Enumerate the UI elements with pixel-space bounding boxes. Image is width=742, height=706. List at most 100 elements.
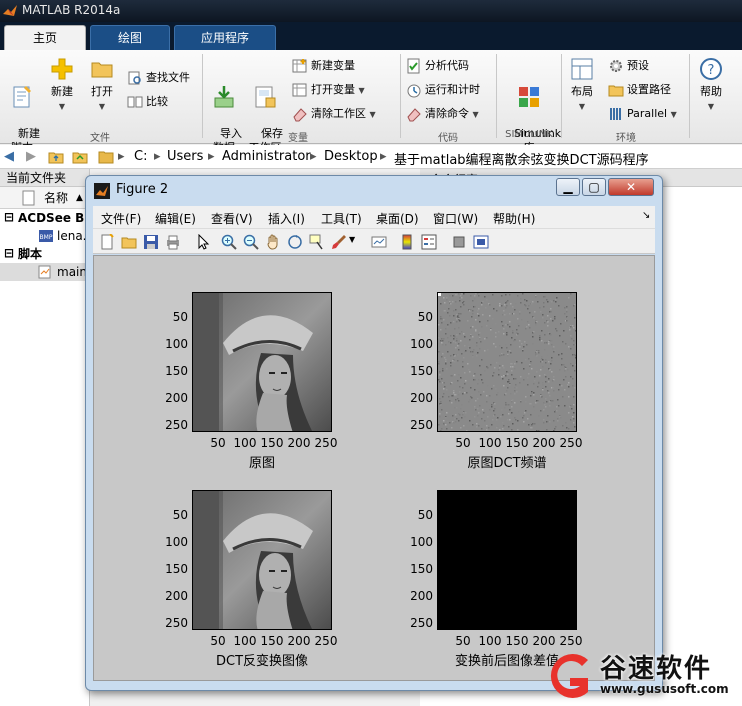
new-variable-icon: [292, 59, 307, 73]
address-bar: ◀ ▶ ▸ C: ▸ Users ▸ Administrator ▸ Deskt…: [0, 145, 742, 169]
zoom-in-icon[interactable]: [221, 234, 237, 250]
clear-workspace-button[interactable]: 清除工作区 ▼: [292, 104, 376, 124]
subplot-axes[interactable]: [192, 490, 332, 630]
open-file-icon[interactable]: [121, 234, 137, 250]
pointer-icon[interactable]: [195, 234, 211, 250]
folder-group-bmp[interactable]: ⊟ ACDSee BM: [0, 209, 89, 227]
x-tick-label: 200: [287, 634, 311, 648]
parallel-button[interactable]: Parallel ▼: [608, 104, 677, 124]
parallel-icon: [610, 108, 621, 120]
layout-button[interactable]: 布局 ▼: [564, 56, 600, 114]
figure-window[interactable]: Figure 2 ▁ ▢ ✕ 文件(F) 编辑(E) 查看(V) 插入(I) 工…: [85, 175, 663, 691]
import-data-icon: [214, 86, 234, 108]
new-variable-button[interactable]: 新建变量: [292, 56, 355, 76]
eraser-icon: [407, 108, 421, 122]
breadcrumb-users[interactable]: Users: [167, 149, 203, 164]
breadcrumb-administrator[interactable]: Administrator: [222, 149, 311, 164]
show-plot-tools-icon[interactable]: [473, 234, 489, 250]
colorbar-icon[interactable]: [399, 234, 415, 250]
window-title: MATLAB R2014a: [22, 3, 121, 17]
figure-canvas[interactable]: 50 100 150 200 250 50 100 150 200 250 原图 50 100 150 20…: [93, 255, 655, 681]
up-folder-icon[interactable]: [48, 149, 64, 165]
breadcrumb-separator: ▸: [118, 149, 125, 164]
open-variable-button[interactable]: 打开变量 ▼: [292, 80, 365, 100]
y-tick-label: 200: [410, 589, 433, 603]
difference-image[interactable]: [437, 490, 577, 630]
forward-arrow-icon[interactable]: ▶: [26, 149, 36, 164]
tab-plots[interactable]: 绘图: [90, 25, 170, 50]
x-tick-label: 50: [455, 436, 471, 450]
menu-tools[interactable]: 工具(T): [321, 210, 362, 227]
group-label-code: 代码: [438, 133, 458, 144]
collapse-icon[interactable]: ⊟: [4, 208, 14, 226]
dock-arrow-icon[interactable]: ↘: [642, 210, 650, 221]
menu-desktop[interactable]: 桌面(D): [376, 210, 419, 227]
breadcrumb-drive[interactable]: C:: [134, 149, 147, 164]
figure-titlebar[interactable]: Figure 2 ▁ ▢ ✕: [86, 176, 662, 204]
breadcrumb-desktop[interactable]: Desktop: [324, 149, 378, 164]
name-column-header[interactable]: 名称 ▲: [0, 187, 89, 209]
help-icon: ?: [700, 58, 722, 80]
tab-apps[interactable]: 应用程序: [174, 25, 276, 50]
link-plot-icon[interactable]: [371, 234, 387, 250]
y-tick-label: 250: [410, 616, 433, 630]
find-files-button[interactable]: 查找文件: [127, 68, 190, 88]
menu-insert[interactable]: 插入(I): [268, 210, 305, 227]
x-tick-label: 100: [478, 634, 502, 648]
menu-edit[interactable]: 编辑(E): [155, 210, 196, 227]
breadcrumb-separator: ▸: [208, 149, 215, 164]
print-icon[interactable]: [165, 234, 181, 250]
group-label-variable: 变量: [288, 133, 308, 144]
new-button[interactable]: 新建 ▼: [44, 56, 80, 114]
brush-dropdown-icon[interactable]: ▼: [349, 235, 355, 244]
run-and-time-button[interactable]: 运行和计时: [406, 80, 480, 100]
pan-hand-icon[interactable]: [265, 234, 281, 250]
menu-file[interactable]: 文件(F): [101, 210, 141, 227]
subplot-title: 原图DCT频谱: [467, 456, 547, 471]
clear-commands-button[interactable]: 清除命令 ▼: [406, 104, 479, 124]
data-cursor-icon[interactable]: [309, 234, 325, 250]
brush-icon[interactable]: [331, 234, 347, 250]
analyze-code-button[interactable]: 分析代码: [406, 56, 469, 76]
menu-help[interactable]: 帮助(H): [493, 210, 535, 227]
y-tick-label: 150: [410, 364, 433, 378]
dct-spectrum-image: [438, 293, 576, 431]
close-button[interactable]: ✕: [608, 178, 654, 196]
subplot-axes[interactable]: [437, 292, 577, 432]
compare-button[interactable]: 比较: [127, 92, 168, 112]
y-tick-label: 100: [165, 337, 188, 351]
x-tick-label: 150: [260, 436, 284, 450]
x-tick-label: 100: [478, 436, 502, 450]
group-label-simulink: SIMULINK: [505, 129, 553, 140]
help-button[interactable]: ? 帮助 ▼: [694, 56, 728, 114]
save-icon[interactable]: [143, 234, 159, 250]
open-variable-icon: [292, 83, 307, 97]
menu-view[interactable]: 查看(V): [211, 210, 253, 227]
breadcrumb-project-folder[interactable]: 基于matlab编程离散余弦变换DCT源码程序: [394, 149, 649, 168]
hide-plot-tools-icon[interactable]: [451, 234, 467, 250]
menu-window[interactable]: 窗口(W): [433, 210, 478, 227]
folder-open-icon: [91, 62, 113, 78]
file-list-item[interactable]: main: [0, 263, 89, 281]
set-path-button[interactable]: 设置路径: [608, 80, 671, 100]
y-tick-label: 150: [165, 364, 188, 378]
x-tick-label: 150: [505, 436, 529, 450]
back-arrow-icon[interactable]: ◀: [4, 149, 14, 164]
file-list-item[interactable]: BMP lena.: [0, 227, 89, 245]
y-tick-label: 100: [410, 337, 433, 351]
new-icon: [51, 58, 73, 80]
collapse-icon[interactable]: ⊟: [4, 244, 14, 262]
y-tick-label: 200: [165, 589, 188, 603]
tab-home[interactable]: 主页: [4, 25, 86, 50]
browse-folder-icon[interactable]: [72, 149, 88, 165]
maximize-button[interactable]: ▢: [582, 178, 606, 196]
zoom-out-icon[interactable]: [243, 234, 259, 250]
legend-icon[interactable]: [421, 234, 437, 250]
folder-group-scripts[interactable]: ⊟ 脚本: [0, 245, 89, 263]
minimize-button[interactable]: ▁: [556, 178, 580, 196]
subplot-axes[interactable]: [192, 292, 332, 432]
new-figure-icon[interactable]: [99, 234, 115, 250]
open-button[interactable]: 打开 ▼: [84, 56, 120, 114]
preferences-button[interactable]: 预设: [608, 56, 649, 76]
rotate-3d-icon[interactable]: [287, 234, 303, 250]
